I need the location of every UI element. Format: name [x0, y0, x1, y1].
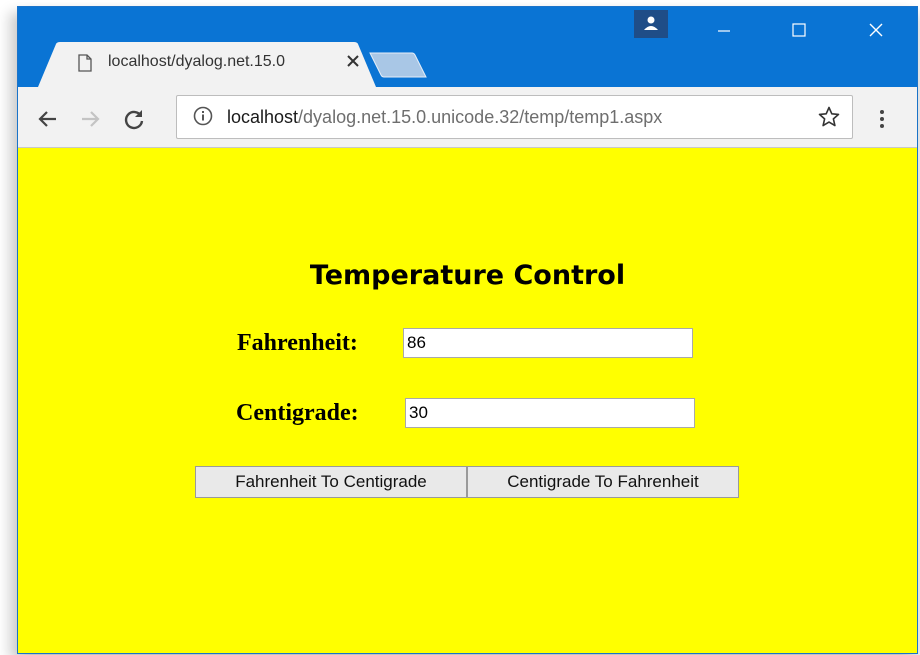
browser-toolbar: localhost/dyalog.net.15.0.unicode.32/tem… — [18, 87, 917, 148]
centigrade-label: Centigrade: — [236, 400, 359, 426]
tab-title-fade — [300, 50, 330, 76]
fahrenheit-to-centigrade-button[interactable]: Fahrenheit To Centigrade — [195, 466, 467, 498]
maximize-button[interactable] — [778, 15, 818, 43]
fahrenheit-input[interactable]: 86 — [403, 328, 693, 358]
more-vertical-icon[interactable] — [876, 107, 888, 131]
arrow-left-icon[interactable] — [36, 107, 60, 131]
page-content: Temperature Control Fahrenheit: 86 Centi… — [18, 148, 917, 653]
reload-icon[interactable] — [122, 107, 146, 131]
title-bar: localhost/dyalog.net.15.0 — [18, 7, 917, 87]
page-title: Temperature Control — [309, 260, 626, 291]
address-bar[interactable]: localhost/dyalog.net.15.0.unicode.32/tem… — [176, 95, 853, 139]
browser-window: localhost/dyalog.net.15.0 localhost/dyal… — [17, 6, 918, 654]
arrow-right-icon[interactable] — [78, 107, 102, 131]
fahrenheit-label: Fahrenheit: — [237, 330, 358, 356]
window-close-button[interactable] — [856, 15, 896, 43]
new-tab-button[interactable] — [368, 51, 430, 79]
url-text: localhost/dyalog.net.15.0.unicode.32/tem… — [227, 107, 662, 128]
star-icon[interactable] — [817, 105, 841, 129]
info-icon[interactable] — [193, 106, 213, 126]
tab-title: localhost/dyalog.net.15.0 — [108, 53, 286, 70]
close-icon[interactable] — [346, 52, 364, 70]
url-host: localhost — [227, 107, 299, 127]
minimize-button[interactable] — [704, 15, 744, 43]
centigrade-input[interactable]: 30 — [405, 398, 695, 428]
centigrade-to-fahrenheit-button[interactable]: Centigrade To Fahrenheit — [467, 466, 739, 498]
person-icon[interactable] — [634, 10, 668, 38]
url-path: /dyalog.net.15.0.unicode.32/temp/temp1.a… — [298, 107, 663, 127]
page-icon — [78, 54, 92, 72]
browser-tab[interactable]: localhost/dyalog.net.15.0 — [38, 42, 376, 87]
